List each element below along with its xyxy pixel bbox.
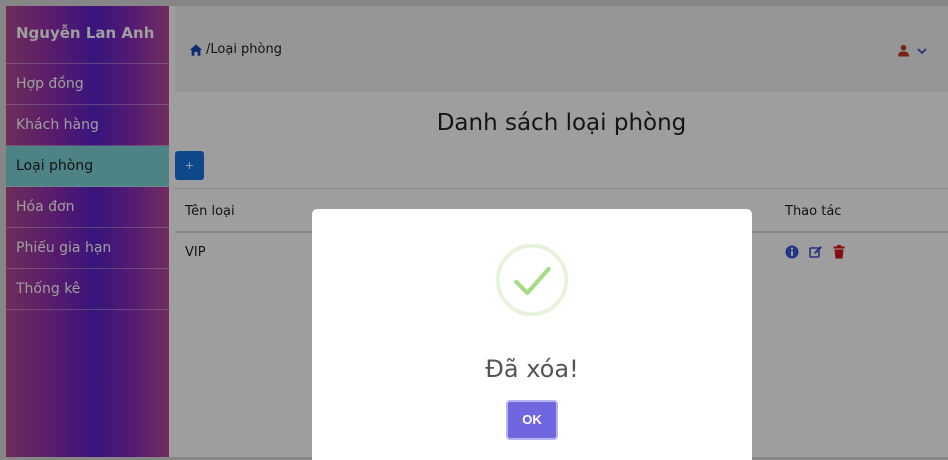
success-dialog: Đã xóa! OK — [312, 209, 752, 460]
success-check-icon — [495, 243, 569, 317]
dialog-title: Đã xóa! — [485, 355, 579, 383]
ok-button[interactable]: OK — [506, 400, 558, 440]
